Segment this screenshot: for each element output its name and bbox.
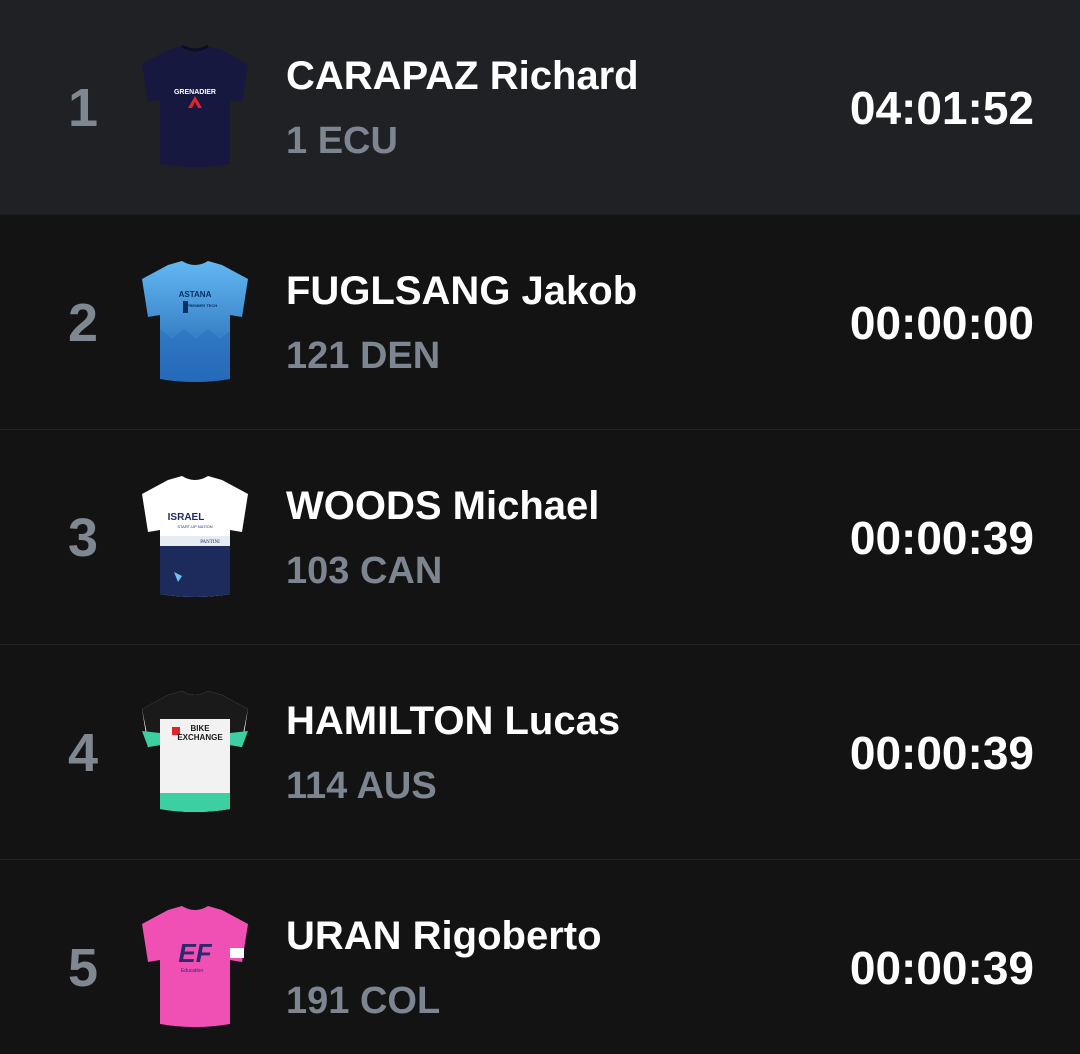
jersey-logo-text: ASTANA	[179, 290, 212, 299]
team-jersey-icon: EF Education	[138, 904, 252, 1030]
team-jersey-icon: ASTANA PREMIER TECH	[138, 259, 252, 385]
rider-name: FUGLSANG Jakob	[286, 269, 638, 313]
rider-bib-nationality: 191 COL	[286, 980, 441, 1022]
rank: 4	[67, 723, 99, 783]
rider-bib-nationality: 1 ECU	[286, 120, 398, 162]
rider-time: 00:00:39	[849, 942, 1034, 994]
rider-bib-nationality: 114 AUS	[286, 765, 437, 807]
rider-name: URAN Rigoberto	[286, 914, 602, 958]
rider-bib-nationality: 103 CAN	[286, 550, 443, 592]
result-row[interactable]: 1 GRENADIER CARAPAZ Richard 1 ECU 04:01:…	[0, 0, 1080, 215]
result-row[interactable]: 5 EF Education URAN Rigoberto 191 COL 00…	[0, 860, 1080, 1054]
rider-time: 00:00:39	[849, 727, 1034, 779]
rank: 5	[67, 938, 99, 998]
rank: 1	[67, 78, 99, 138]
jersey-logo-text: ISRAEL	[168, 512, 205, 523]
rider-name: CARAPAZ Richard	[286, 54, 639, 98]
rider-name: WOODS Michael	[286, 484, 600, 528]
jersey-sub-text: Education	[181, 968, 203, 974]
rank: 2	[67, 293, 99, 353]
jersey-logo-text: GRENADIER	[174, 89, 216, 96]
rider-bib-nationality: 121 DEN	[286, 335, 441, 377]
results-list: 1 GRENADIER CARAPAZ Richard 1 ECU 04:01:…	[0, 0, 1080, 1054]
result-row[interactable]: 3 ISRAEL START-UP NATION PANTINI WOODS M…	[0, 430, 1080, 645]
rider-name: HAMILTON Lucas	[286, 699, 621, 743]
result-row[interactable]: 4 BIKE EXCHANGE HAMILTON Lucas 114 AUS 0…	[0, 645, 1080, 860]
jersey-logo-text: EF	[178, 938, 212, 968]
team-jersey-icon: GRENADIER	[138, 44, 252, 170]
rank: 3	[67, 508, 99, 568]
rider-time: 04:01:52	[849, 82, 1034, 134]
jersey-sponsor-text: PANTINI	[200, 540, 220, 545]
jersey-sub-text: PREMIER TECH	[187, 303, 217, 308]
rider-time: 00:00:00	[849, 297, 1034, 349]
jersey-sub-text: EXCHANGE	[177, 733, 223, 742]
jersey-sub-text: START-UP NATION	[177, 524, 212, 529]
team-jersey-icon: ISRAEL START-UP NATION PANTINI	[138, 474, 252, 600]
team-jersey-icon: BIKE EXCHANGE	[138, 689, 252, 815]
result-row[interactable]: 2 ASTANA PREMIER TECH FUGLSANG Jakob 121…	[0, 215, 1080, 430]
jersey-logo-text: BIKE	[190, 724, 210, 733]
rider-time: 00:00:39	[849, 512, 1034, 564]
